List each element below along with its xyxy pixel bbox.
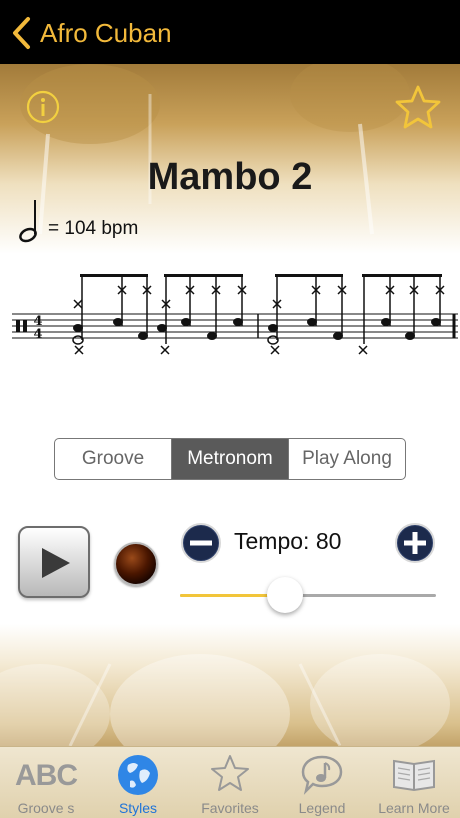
- tempo-slider-thumb[interactable]: [266, 577, 303, 613]
- svg-text:4: 4: [33, 327, 42, 342]
- half-note-icon: [19, 200, 37, 243]
- tempo-slider[interactable]: [180, 577, 436, 613]
- drum-notation-staff: 4 4: [12, 274, 458, 355]
- abc-icon: ABC: [15, 759, 78, 792]
- groove-detail-panel: Mambo 2 = 104 bpm 4 4 Groove Metronom Pl…: [0, 64, 460, 746]
- tab-label: Learn More: [378, 800, 450, 816]
- tab-label: Favorites: [201, 800, 259, 816]
- navigation-bar: Afro Cuban: [0, 0, 460, 64]
- tab-styles[interactable]: Styles: [92, 747, 184, 818]
- tab-label: Groove s: [17, 800, 75, 816]
- play-button[interactable]: [18, 526, 90, 598]
- mode-groove[interactable]: Groove: [55, 439, 172, 479]
- record-button[interactable]: [114, 542, 158, 586]
- tab-label: Styles: [118, 800, 158, 816]
- tab-favorites[interactable]: Favorites: [184, 747, 276, 818]
- mode-segmented-control: Groove Metronom Play Along: [54, 438, 406, 480]
- tempo-minus-icon[interactable]: [180, 522, 222, 564]
- mode-metronom[interactable]: Metronom: [172, 439, 289, 479]
- book-icon: [393, 759, 435, 792]
- globe-icon: [118, 755, 158, 795]
- play-icon: [42, 548, 70, 578]
- mode-play-along[interactable]: Play Along: [289, 439, 405, 479]
- song-title: Mambo 2: [147, 156, 313, 198]
- star-icon: [211, 755, 249, 791]
- tab-label: Legend: [298, 800, 346, 816]
- music-note-bubble-icon: [301, 755, 343, 795]
- tab-grooves[interactable]: ABC Groove s: [0, 747, 92, 818]
- back-button-label[interactable]: Afro Cuban: [40, 18, 172, 49]
- tempo-plus-icon[interactable]: [394, 522, 436, 564]
- tempo-marking: = 104 bpm: [48, 218, 139, 239]
- favorite-star-icon[interactable]: [394, 84, 442, 130]
- tab-legend[interactable]: Legend: [276, 747, 368, 818]
- info-icon[interactable]: [26, 90, 60, 124]
- tab-bar: ABC Groove s Styles Favorites Legend Lea…: [0, 746, 460, 818]
- tab-learn-more[interactable]: Learn More: [368, 747, 460, 818]
- back-chevron-icon[interactable]: [10, 16, 32, 50]
- tempo-value-label: Tempo: 80: [234, 528, 342, 554]
